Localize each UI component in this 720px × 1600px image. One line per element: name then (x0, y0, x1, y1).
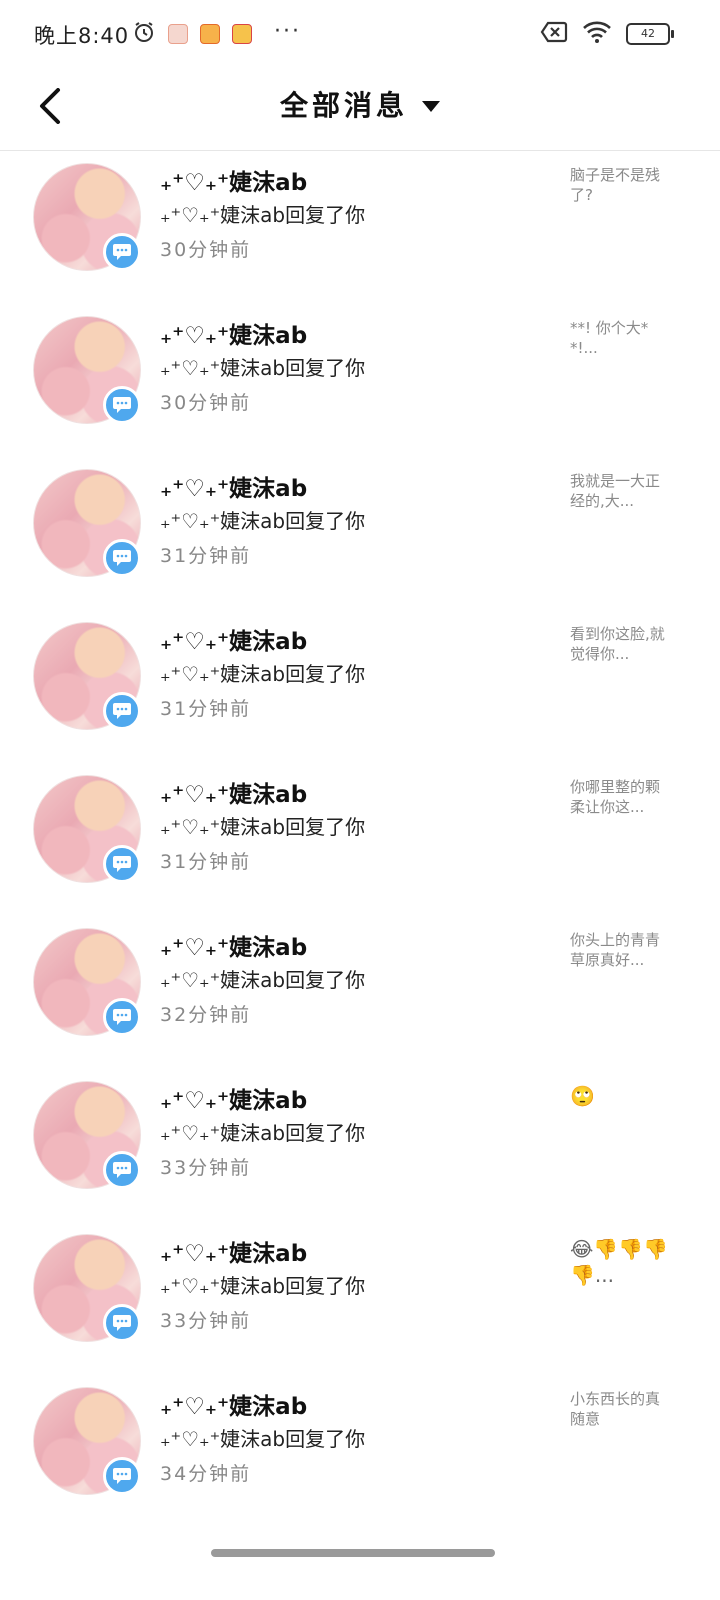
comment-preview: 脑子是不是残了? (570, 166, 661, 204)
reply-text: ₊⁺♡₊⁺婕沫ab回复了你 (160, 968, 366, 992)
comment-preview: 😂👎👎👎👎... (570, 1237, 669, 1287)
reply-text: ₊⁺♡₊⁺婕沫ab回复了你 (160, 1274, 366, 1298)
reply-text: ₊⁺♡₊⁺婕沫ab回复了你 (160, 1427, 366, 1451)
chat-bubble-icon (103, 1457, 141, 1495)
alarm-icon (132, 20, 156, 48)
battery-indicator: 42 (626, 23, 674, 45)
message-item[interactable]: ₊⁺♡₊⁺婕沫ab ₊⁺♡₊⁺婕沫ab回复了你 31分钟前 你哪里整的颗柔让你这… (0, 763, 720, 916)
timestamp: 32分钟前 (160, 1004, 252, 1026)
reply-text: ₊⁺♡₊⁺婕沫ab回复了你 (160, 815, 366, 839)
chat-bubble-icon (103, 233, 141, 271)
message-item[interactable]: ₊⁺♡₊⁺婕沫ab ₊⁺♡₊⁺婕沫ab回复了你 34分钟前 小东西长的真随意 (0, 1375, 720, 1528)
chat-bubble-icon (103, 386, 141, 424)
sender-name: ₊⁺♡₊⁺婕沫ab (160, 782, 308, 808)
avatar-container (33, 163, 141, 271)
message-item[interactable]: ₊⁺♡₊⁺婕沫ab ₊⁺♡₊⁺婕沫ab回复了你 30分钟前 脑子是不是残了? (0, 151, 720, 304)
avatar-container (33, 775, 141, 883)
home-indicator[interactable] (211, 1549, 495, 1557)
timestamp: 31分钟前 (160, 698, 252, 720)
chat-bubble-icon (103, 845, 141, 883)
wifi-icon (582, 20, 612, 48)
chat-bubble-icon (103, 692, 141, 730)
comment-preview: **! 你个大**!... (570, 319, 649, 357)
reply-text: ₊⁺♡₊⁺婕沫ab回复了你 (160, 356, 366, 380)
avatar-container (33, 928, 141, 1036)
avatar-container (33, 316, 141, 424)
message-item[interactable]: ₊⁺♡₊⁺婕沫ab ₊⁺♡₊⁺婕沫ab回复了你 32分钟前 你头上的青青草原真好… (0, 916, 720, 1069)
message-item[interactable]: ₊⁺♡₊⁺婕沫ab ₊⁺♡₊⁺婕沫ab回复了你 33分钟前 🙄 (0, 1069, 720, 1222)
title-dropdown[interactable]: 全部消息 (0, 84, 720, 124)
caret-down-icon (422, 100, 440, 112)
comment-preview: 我就是一大正经的,大... (570, 472, 661, 510)
sender-name: ₊⁺♡₊⁺婕沫ab (160, 935, 308, 961)
status-icons-left: ··· (132, 18, 301, 48)
comment-preview: 看到你这脸,就觉得你... (570, 625, 665, 663)
sender-name: ₊⁺♡₊⁺婕沫ab (160, 1394, 308, 1420)
reply-text: ₊⁺♡₊⁺婕沫ab回复了你 (160, 1121, 366, 1145)
timestamp: 31分钟前 (160, 851, 252, 873)
reply-text: ₊⁺♡₊⁺婕沫ab回复了你 (160, 203, 366, 227)
sender-name: ₊⁺♡₊⁺婕沫ab (160, 1088, 308, 1114)
status-icons-right: 42 (540, 20, 674, 48)
comment-preview: 你头上的青青草原真好... (570, 931, 661, 969)
status-bar: 晚上8:40 ··· 42 (0, 0, 720, 66)
app-notification-icon (200, 24, 220, 44)
timestamp: 31分钟前 (160, 545, 252, 567)
timestamp: 30分钟前 (160, 392, 252, 414)
sender-name: ₊⁺♡₊⁺婕沫ab (160, 1241, 308, 1267)
message-item[interactable]: ₊⁺♡₊⁺婕沫ab ₊⁺♡₊⁺婕沫ab回复了你 30分钟前 **! 你个大**!… (0, 304, 720, 457)
message-item[interactable]: ₊⁺♡₊⁺婕沫ab ₊⁺♡₊⁺婕沫ab回复了你 31分钟前 看到你这脸,就觉得你… (0, 610, 720, 763)
comment-preview: 🙄 (570, 1084, 595, 1108)
more-notifications-icon: ··· (274, 18, 301, 44)
message-list: ₊⁺♡₊⁺婕沫ab ₊⁺♡₊⁺婕沫ab回复了你 30分钟前 脑子是不是残了? ₊… (0, 151, 720, 1528)
avatar-container (33, 1387, 141, 1495)
sender-name: ₊⁺♡₊⁺婕沫ab (160, 629, 308, 655)
avatar-container (33, 622, 141, 730)
message-item[interactable]: ₊⁺♡₊⁺婕沫ab ₊⁺♡₊⁺婕沫ab回复了你 33分钟前 😂👎👎👎👎... (0, 1222, 720, 1375)
sender-name: ₊⁺♡₊⁺婕沫ab (160, 476, 308, 502)
comment-preview: 你哪里整的颗柔让你这... (570, 778, 661, 816)
timestamp: 30分钟前 (160, 239, 252, 261)
message-item[interactable]: ₊⁺♡₊⁺婕沫ab ₊⁺♡₊⁺婕沫ab回复了你 31分钟前 我就是一大正经的,大… (0, 457, 720, 610)
sim-off-icon (540, 21, 568, 47)
timestamp: 33分钟前 (160, 1157, 252, 1179)
avatar-container (33, 469, 141, 577)
avatar-container (33, 1081, 141, 1189)
comment-preview: 小东西长的真随意 (570, 1390, 661, 1428)
chat-bubble-icon (103, 539, 141, 577)
timestamp: 33分钟前 (160, 1310, 252, 1332)
chat-bubble-icon (103, 998, 141, 1036)
sender-name: ₊⁺♡₊⁺婕沫ab (160, 323, 308, 349)
chat-bubble-icon (103, 1304, 141, 1342)
timestamp: 34分钟前 (160, 1463, 252, 1485)
app-notification-icon (168, 24, 188, 44)
reply-text: ₊⁺♡₊⁺婕沫ab回复了你 (160, 509, 366, 533)
sender-name: ₊⁺♡₊⁺婕沫ab (160, 170, 308, 196)
header: 全部消息 (0, 66, 720, 151)
page-title: 全部消息 (279, 89, 408, 122)
status-time: 晚上8:40 (34, 24, 130, 48)
reply-text: ₊⁺♡₊⁺婕沫ab回复了你 (160, 662, 366, 686)
app-notification-icon (232, 24, 252, 44)
chat-bubble-icon (103, 1151, 141, 1189)
avatar-container (33, 1234, 141, 1342)
